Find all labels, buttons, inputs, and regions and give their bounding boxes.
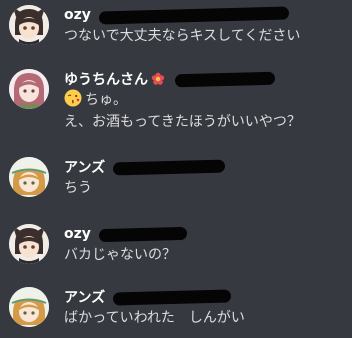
redaction-bar [113, 288, 232, 306]
message-text: ちう [64, 180, 92, 196]
username[interactable]: ozy [64, 7, 91, 23]
username[interactable]: ゆうちんさん [64, 69, 148, 89]
message-text: バカじゃないの？ [64, 247, 176, 263]
avatar[interactable] [9, 287, 49, 327]
message-text: ちゅ。 [64, 89, 346, 111]
avatar[interactable] [9, 69, 49, 109]
username[interactable]: アンズ [64, 287, 105, 307]
avatar[interactable] [9, 5, 49, 45]
redaction-bar [174, 71, 276, 87]
avatar-anzu-icon [9, 287, 49, 327]
avatar-ozy-icon [9, 5, 49, 45]
username[interactable]: アンズ [64, 157, 105, 177]
chat-log: ozy つないで大丈夫ならキスしてください ゆうちんさん ちゅ。 え、お酒もって… [0, 0, 352, 338]
avatar[interactable] [9, 224, 49, 264]
redaction-bar [98, 6, 290, 24]
message-text: ばかっていわれた しんがい [64, 310, 245, 326]
avatar[interactable] [9, 157, 49, 197]
avatar-ozy-icon [9, 224, 49, 264]
kissing-face-icon [64, 89, 82, 107]
message-text: え、お酒もってきたほうがいいやつ？ [64, 114, 301, 130]
redaction-bar [98, 226, 188, 242]
username[interactable]: ozy [64, 226, 91, 242]
message-text: つないで大丈夫ならキスしてください [64, 28, 301, 44]
avatar-anzu-icon [9, 157, 49, 197]
avatar-yuuchin-icon [9, 69, 49, 109]
redaction-bar [113, 159, 226, 175]
flower-badge-icon [151, 72, 165, 85]
message-text-part: ちゅ。 [85, 92, 127, 108]
